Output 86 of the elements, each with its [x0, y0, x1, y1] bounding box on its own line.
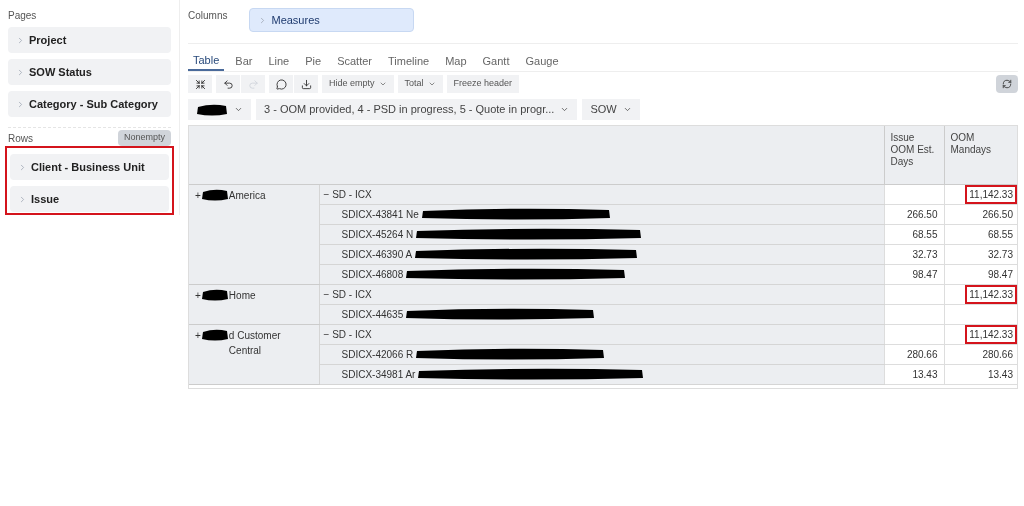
freeze-header-button[interactable]: Freeze header	[446, 75, 520, 93]
collapse-button[interactable]	[188, 75, 212, 93]
measures-chip[interactable]: Measures	[249, 8, 415, 32]
section-label: Rows	[8, 131, 33, 146]
chart-type-tab[interactable]: Scatter	[332, 51, 377, 71]
chevron-icon	[427, 80, 436, 88]
chart-type-tab[interactable]: Bar	[230, 51, 258, 71]
field-item[interactable]: Client - Business Unit	[10, 154, 169, 180]
chart-type-tab[interactable]: Table	[188, 51, 225, 71]
category-name: SD - ICX	[332, 288, 372, 300]
comment-icon	[275, 78, 287, 90]
collapse-icon	[194, 78, 206, 90]
client-name: Home	[228, 288, 256, 303]
issue-label: SDICX-45264 N	[341, 227, 414, 242]
field-item[interactable]: Issue	[10, 186, 169, 212]
value-cell: 266.50	[944, 204, 1017, 224]
chart-type-tab[interactable]: Line	[263, 51, 295, 71]
total-value: 11,142.33	[965, 324, 1017, 344]
expand-toggle[interactable]: +	[195, 287, 201, 303]
filter-dropdown[interactable]: 3 - OOM provided, 4 - PSD in progress, 5 - Quote in progr...	[256, 99, 578, 120]
redaction-mark	[200, 187, 229, 202]
value-cell: 266.50	[884, 204, 944, 224]
value-cell: 13.43	[884, 364, 944, 384]
toolbar-dropdown[interactable]: Hide empty	[322, 75, 394, 93]
filter-dropdown[interactable]	[188, 99, 251, 120]
value-cell: 32.73	[944, 244, 1017, 264]
refresh-button[interactable]	[996, 75, 1018, 93]
expand-toggle[interactable]: +	[195, 187, 201, 203]
chevron-icon	[18, 194, 27, 204]
chevron-icon	[16, 35, 25, 45]
toolbar-dropdown[interactable]: Total	[397, 75, 443, 93]
issue-label: SDICX-42066 R	[341, 347, 414, 362]
chevron-icon	[16, 99, 25, 109]
chevron-icon	[378, 80, 387, 88]
issue-label: SDICX-46390 A	[341, 247, 413, 262]
client-name: America	[228, 188, 266, 203]
collapse-toggle[interactable]: −	[323, 328, 330, 340]
issue-label: SDICX-46808	[341, 267, 404, 282]
collapse-toggle[interactable]: −	[323, 288, 330, 300]
filter-dropdown[interactable]: SOW	[582, 99, 640, 120]
value-cell: 68.55	[884, 224, 944, 244]
chevron-icon	[560, 105, 570, 114]
issue-label: SDICX-44635	[341, 307, 404, 322]
value-cell: 280.66	[884, 344, 944, 364]
chevron-icon	[16, 67, 25, 77]
refresh-icon	[1002, 79, 1012, 89]
field-item[interactable]: SOW Status	[8, 59, 171, 85]
value-cell: 32.73	[884, 244, 944, 264]
chart-type-tab[interactable]: Pie	[300, 51, 327, 71]
column-header: Issue OOM Est. Days	[884, 126, 944, 184]
chevron-icon	[622, 105, 632, 114]
chart-type-tab[interactable]: Timeline	[383, 51, 435, 71]
download-button[interactable]	[294, 75, 318, 93]
field-item[interactable]: Category - Sub Category	[8, 91, 171, 117]
value-cell: 98.47	[884, 264, 944, 284]
total-value: 11,142.33	[965, 184, 1017, 204]
undo-button[interactable]	[216, 75, 240, 93]
comment-button[interactable]	[269, 75, 293, 93]
chevron-icon	[234, 105, 243, 114]
undo-icon	[222, 78, 234, 90]
redaction-mark	[196, 102, 228, 117]
value-cell: 280.66	[944, 344, 1017, 364]
category-name: SD - ICX	[332, 188, 372, 200]
client-name: d Customer Central	[228, 328, 282, 358]
value-cell: 13.43	[944, 364, 1017, 384]
issue-label: SDICX-34981 Ar	[341, 367, 416, 382]
redaction-mark	[200, 327, 229, 342]
field-item[interactable]: Project	[8, 27, 171, 53]
category-name: SD - ICX	[332, 328, 372, 340]
chart-type-tab[interactable]: Map	[440, 51, 472, 71]
value-cell: 68.55	[944, 224, 1017, 244]
column-header: OOM Mandays	[944, 126, 1017, 184]
collapse-toggle[interactable]: −	[323, 188, 330, 200]
chart-type-tab[interactable]: Gauge	[520, 51, 564, 71]
nonempty-button[interactable]: Nonempty	[117, 130, 171, 146]
value-cell: 98.47	[944, 264, 1017, 284]
total-value: 11,142.33	[965, 284, 1017, 304]
section-label: Columns	[188, 9, 228, 23]
chart-type-tab[interactable]: Gantt	[477, 51, 515, 71]
section-label: Pages	[8, 9, 38, 23]
expand-toggle[interactable]: +	[195, 327, 201, 343]
download-icon	[300, 78, 312, 90]
redaction-mark	[200, 287, 229, 302]
redo-icon	[247, 78, 259, 90]
issue-label: SDICX-43841 Ne	[341, 207, 419, 222]
chevron-icon	[18, 162, 27, 172]
